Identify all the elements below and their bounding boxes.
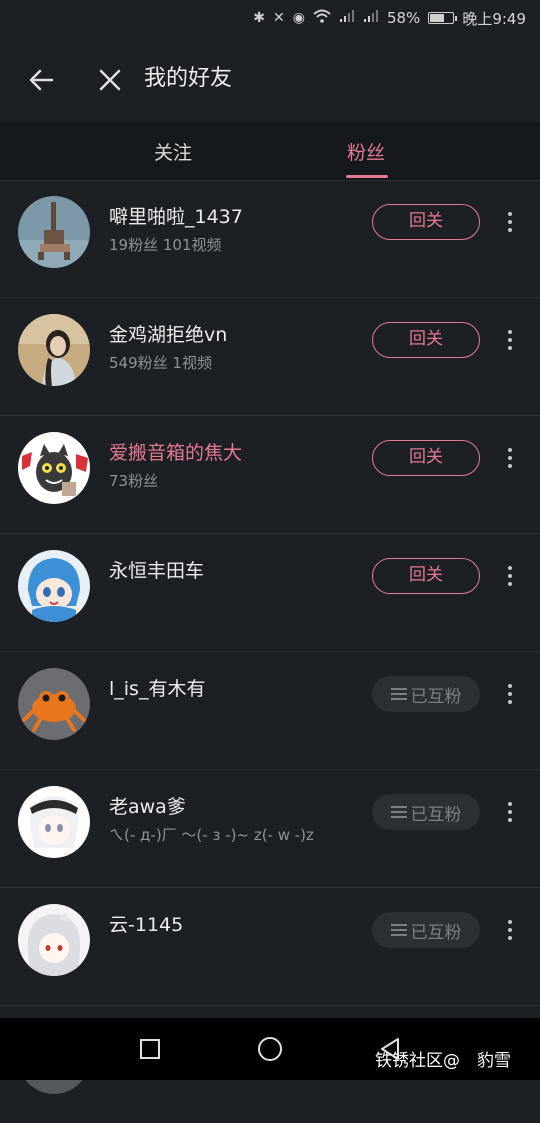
follow-back-button[interactable]: 回关 — [372, 322, 480, 358]
signal-icon — [339, 9, 355, 27]
user-signature: ㄟ(- д-)厂 〜(- з -)~ z(- w -)z — [109, 826, 314, 844]
follow-back-button[interactable]: 回关 — [372, 558, 480, 594]
home-circle-icon[interactable] — [240, 1018, 300, 1080]
mutual-follow-button[interactable]: 已互粉 — [372, 912, 480, 948]
tab-fans[interactable]: 粉丝 — [306, 122, 426, 180]
avatar[interactable] — [18, 432, 90, 504]
user-name[interactable]: 永恒丰田车 — [109, 556, 204, 583]
more-options-icon[interactable] — [500, 326, 520, 354]
battery-percent: 58% — [386, 9, 421, 27]
bluetooth-icon: ✱ — [253, 10, 266, 26]
eye-icon: ◉ — [292, 10, 305, 26]
follow-back-button[interactable]: 回关 — [372, 204, 480, 240]
list-item[interactable]: 老awa爹 ㄟ(- д-)厂 〜(- з -)~ z(- w -)z 已互粉 — [0, 770, 540, 888]
signal-icon — [363, 9, 379, 27]
active-tab-indicator — [346, 175, 388, 178]
battery-icon — [428, 12, 458, 24]
back-arrow-icon[interactable] — [24, 62, 60, 98]
status-time: 晚上9:49 — [462, 9, 526, 28]
user-name[interactable]: 金鸡湖拒绝vn — [109, 320, 227, 347]
user-stats: 73粉丝 — [109, 472, 159, 490]
tab-following[interactable]: 关注 — [113, 122, 233, 180]
menu-lines-icon — [390, 688, 407, 700]
recents-square-icon[interactable] — [120, 1018, 180, 1080]
mutual-follow-label: 已互粉 — [410, 804, 462, 825]
watermark: 铁锈社区@ 豹雪 — [375, 1051, 528, 1071]
list-item[interactable]: 永恒丰田车 回关 — [0, 534, 540, 652]
mutual-follow-label: 已互粉 — [410, 922, 462, 943]
more-options-icon[interactable] — [500, 916, 520, 944]
menu-lines-icon — [390, 924, 407, 936]
mutual-follow-label: 已互粉 — [410, 686, 462, 707]
page-title: 我的好友 — [144, 66, 233, 91]
avatar[interactable] — [18, 550, 90, 622]
status-bar: ✱ ✕ ◉ 58% 晚上9:49 — [0, 0, 540, 36]
mute-icon: ✕ — [273, 10, 285, 26]
tab-bar: 关注 粉丝 — [0, 122, 540, 181]
close-icon[interactable] — [92, 62, 128, 98]
fans-list: 噼里啪啦_1437 19粉丝 101视频 回关 金鸡湖拒绝vn 549粉丝 1视… — [0, 180, 540, 1123]
list-item[interactable]: 爱搬音箱的焦大 73粉丝 回关 — [0, 416, 540, 534]
user-stats: 19粉丝 101视频 — [109, 236, 222, 254]
user-name[interactable]: 云-1145 — [109, 910, 183, 937]
mutual-follow-button[interactable]: 已互粉 — [372, 676, 480, 712]
follow-back-button[interactable]: 回关 — [372, 440, 480, 476]
avatar[interactable] — [18, 314, 90, 386]
top-bar: 我的好友 — [0, 36, 540, 122]
list-item[interactable]: 金鸡湖拒绝vn 549粉丝 1视频 回关 — [0, 298, 540, 416]
more-options-icon[interactable] — [500, 680, 520, 708]
list-item[interactable]: l_is_有木有 已互粉 — [0, 652, 540, 770]
more-options-icon[interactable] — [500, 444, 520, 472]
avatar[interactable] — [18, 904, 90, 976]
more-options-icon[interactable] — [500, 798, 520, 826]
menu-lines-icon — [390, 806, 407, 818]
user-stats: 549粉丝 1视频 — [109, 354, 212, 372]
user-name[interactable]: l_is_有木有 — [109, 674, 205, 701]
more-options-icon[interactable] — [500, 562, 520, 590]
mutual-follow-button[interactable]: 已互粉 — [372, 794, 480, 830]
list-item[interactable]: 云-1145 已互粉 — [0, 888, 540, 1006]
avatar[interactable] — [18, 668, 90, 740]
avatar[interactable] — [18, 786, 90, 858]
list-item[interactable]: 噼里啪啦_1437 19粉丝 101视频 回关 — [0, 180, 540, 298]
user-name[interactable]: 老awa爹 — [109, 792, 186, 819]
wifi-icon — [313, 9, 331, 27]
more-options-icon[interactable] — [500, 208, 520, 236]
user-name[interactable]: 爱搬音箱的焦大 — [109, 438, 242, 465]
avatar[interactable] — [18, 196, 90, 268]
user-name[interactable]: 噼里啪啦_1437 — [109, 202, 243, 229]
